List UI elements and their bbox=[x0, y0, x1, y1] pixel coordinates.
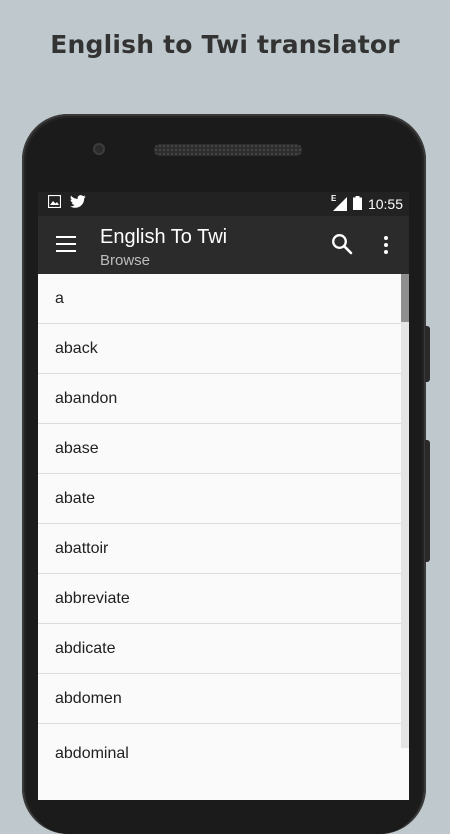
twitter-icon bbox=[70, 195, 86, 213]
app-bar-titles: English To Twi Browse bbox=[100, 225, 227, 271]
scrollbar-thumb[interactable] bbox=[401, 274, 409, 322]
app-subtitle: Browse bbox=[100, 252, 151, 269]
word-label: abase bbox=[55, 439, 99, 457]
search-icon[interactable] bbox=[331, 233, 355, 257]
list-item[interactable]: aback bbox=[38, 324, 409, 374]
scrollbar[interactable] bbox=[401, 274, 409, 748]
list-item[interactable]: abate bbox=[38, 474, 409, 524]
list-item[interactable]: abdomen bbox=[38, 674, 409, 724]
list-item[interactable]: abattoir bbox=[38, 524, 409, 574]
word-label: abdomen bbox=[55, 689, 122, 707]
app-screen: E 10:55 English To Twi Browse a aback ab… bbox=[38, 192, 409, 800]
word-label: aback bbox=[55, 339, 98, 357]
list-item[interactable]: abdicate bbox=[38, 624, 409, 674]
signal-icon: E bbox=[331, 194, 347, 211]
list-item[interactable]: abbreviate bbox=[38, 574, 409, 624]
list-item[interactable]: a bbox=[38, 274, 409, 324]
word-label: abdominal bbox=[55, 745, 129, 762]
battery-icon bbox=[352, 195, 362, 213]
word-label: a bbox=[55, 289, 64, 307]
status-bar: E 10:55 bbox=[38, 192, 409, 216]
promo-title: English to Twi translator bbox=[50, 30, 400, 59]
list-item[interactable]: abandon bbox=[38, 374, 409, 424]
word-label: abate bbox=[55, 489, 96, 507]
list-item[interactable]: abdominal bbox=[38, 724, 409, 764]
power-button bbox=[425, 326, 430, 382]
more-vert-icon[interactable] bbox=[378, 233, 394, 257]
image-icon bbox=[47, 194, 62, 213]
volume-button bbox=[425, 440, 430, 562]
earpiece-speaker bbox=[154, 144, 302, 156]
list-item[interactable]: abase bbox=[38, 424, 409, 474]
word-label: abandon bbox=[55, 389, 118, 407]
status-time: 10:55 bbox=[367, 196, 403, 212]
app-title: English To Twi bbox=[100, 226, 228, 248]
word-label: abdicate bbox=[55, 639, 116, 657]
word-label: abattoir bbox=[55, 539, 109, 557]
word-list[interactable]: a aback abandon abase abate abattoir abb… bbox=[38, 274, 409, 764]
word-label: abbreviate bbox=[55, 589, 130, 607]
menu-icon[interactable] bbox=[56, 236, 76, 252]
front-camera bbox=[93, 143, 105, 155]
app-bar: English To Twi Browse bbox=[38, 216, 409, 274]
